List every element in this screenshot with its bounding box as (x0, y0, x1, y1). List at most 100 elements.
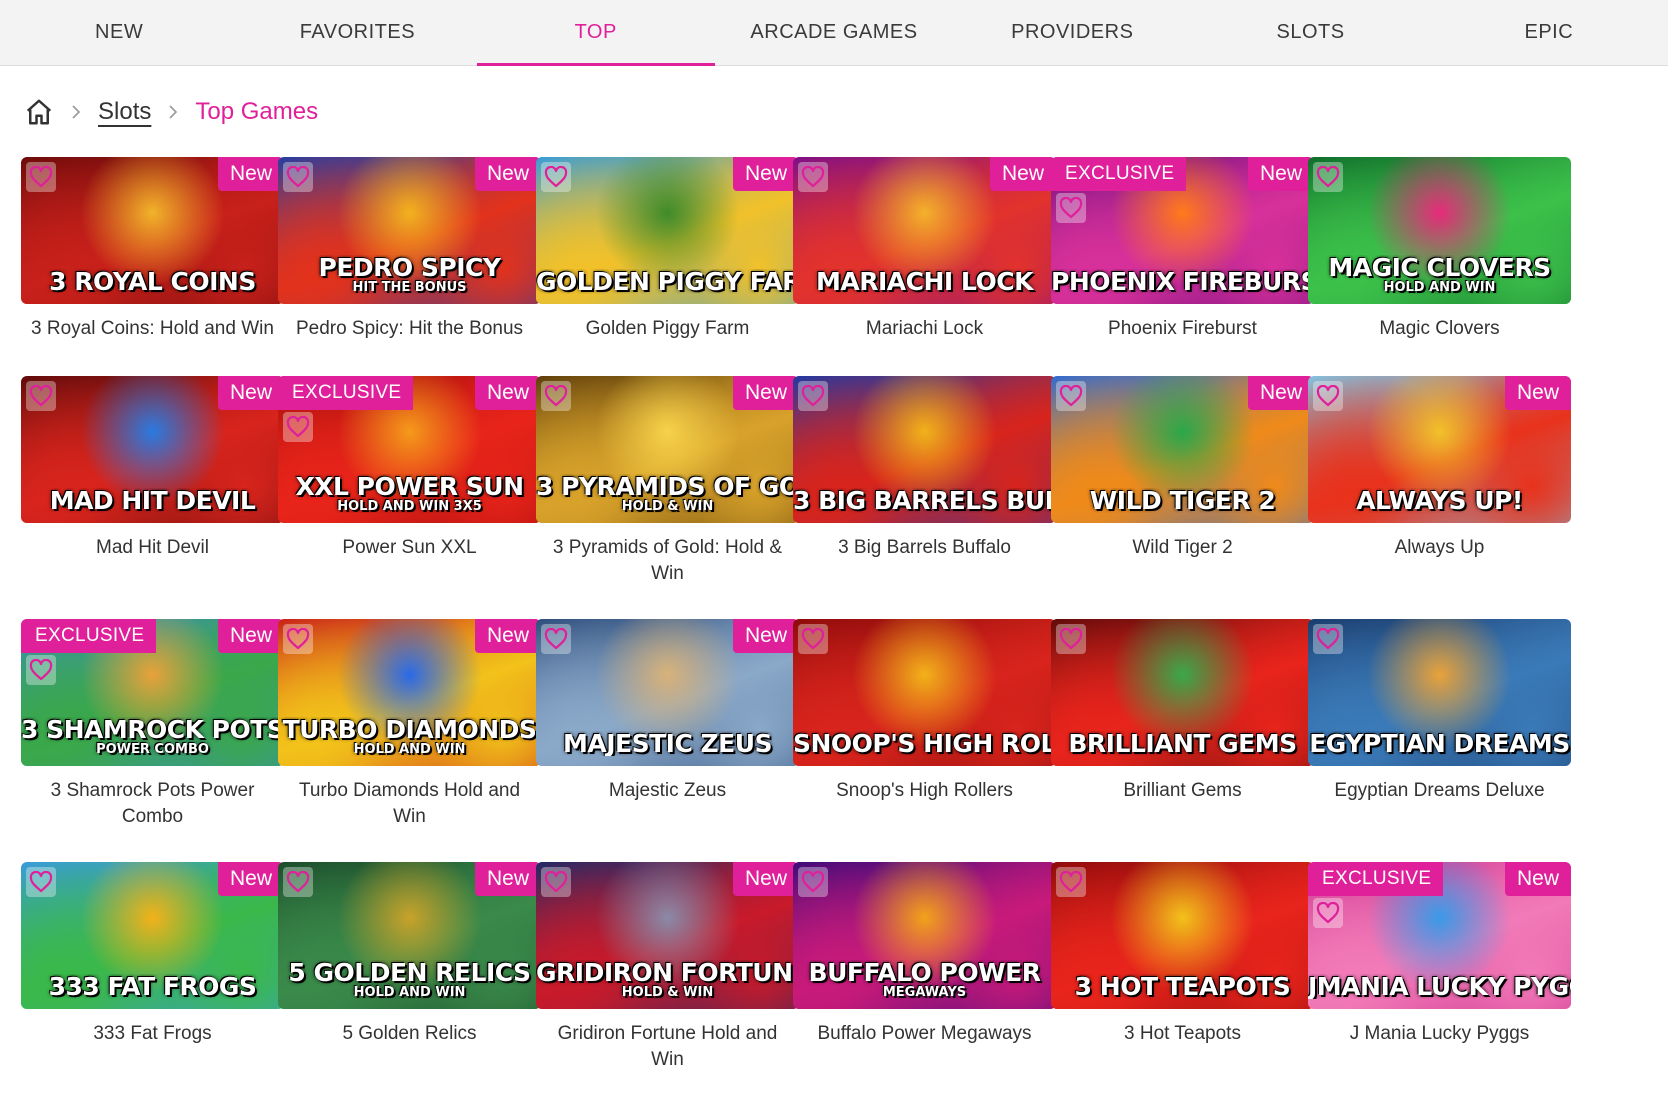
game-name[interactable]: 3 Big Barrels Buffalo (793, 535, 1056, 561)
game-card[interactable]: MAD HIT DEVIL New Mad Hit Devil (21, 376, 284, 561)
game-card[interactable]: MARIACHI LOCK New Mariachi Lock (793, 157, 1056, 342)
game-thumbnail[interactable]: MAD HIT DEVIL New (21, 376, 284, 523)
favorite-heart-icon[interactable] (26, 381, 56, 411)
game-thumbnail[interactable]: JMANIA LUCKY PYGGS EXCLUSIVE New (1308, 862, 1571, 1009)
favorite-heart-icon[interactable] (26, 867, 56, 897)
game-name[interactable]: Mariachi Lock (793, 316, 1056, 342)
tab-arcade-games[interactable]: ARCADE GAMES (715, 0, 953, 65)
game-name[interactable]: 3 Shamrock Pots Power Combo (21, 778, 284, 830)
game-thumbnail[interactable]: MARIACHI LOCK New (793, 157, 1056, 304)
favorite-heart-icon[interactable] (541, 867, 571, 897)
game-card[interactable]: BUFFALO POWER MEGAWAYS Buffalo Power Megaw… (793, 862, 1056, 1047)
home-icon[interactable] (24, 97, 54, 127)
game-name[interactable]: Magic Clovers (1308, 316, 1571, 342)
game-thumbnail[interactable]: WILD TIGER 2 New (1051, 376, 1314, 523)
game-thumbnail[interactable]: 3 ROYAL COINS New (21, 157, 284, 304)
game-thumbnail[interactable]: SNOOP'S HIGH ROLLERS (793, 619, 1056, 766)
game-name[interactable]: 3 Pyramids of Gold: Hold & Win (536, 535, 799, 587)
favorite-heart-icon[interactable] (26, 655, 56, 685)
favorite-heart-icon[interactable] (541, 624, 571, 654)
breadcrumb-slots-link[interactable]: Slots (98, 98, 151, 126)
tab-providers[interactable]: PROVIDERS (953, 0, 1191, 65)
game-thumbnail[interactable]: GOLDEN PIGGY FARM New (536, 157, 799, 304)
game-name[interactable]: Wild Tiger 2 (1051, 535, 1314, 561)
game-name[interactable]: 5 Golden Relics (278, 1021, 541, 1047)
game-card[interactable]: EGYPTIAN DREAMS Egyptian Dreams Deluxe (1308, 619, 1571, 804)
game-name[interactable]: Turbo Diamonds Hold and Win (278, 778, 541, 830)
game-card[interactable]: TURBO DIAMONDS HOLD AND WIN New Turbo Diamo… (278, 619, 541, 830)
game-thumbnail[interactable]: EGYPTIAN DREAMS (1308, 619, 1571, 766)
game-name[interactable]: Pedro Spicy: Hit the Bonus (278, 316, 541, 342)
game-card[interactable]: 3 ROYAL COINS New 3 Royal Coins: Hold and … (21, 157, 284, 342)
favorite-heart-icon[interactable] (1313, 898, 1343, 928)
game-thumbnail[interactable]: 3 SHAMROCK POTS POWER COMBO EXCLUSIVE New (21, 619, 284, 766)
game-card[interactable]: BRILLIANT GEMS Brilliant Gems (1051, 619, 1314, 804)
game-name[interactable]: Snoop's High Rollers (793, 778, 1056, 804)
favorite-heart-icon[interactable] (1313, 381, 1343, 411)
game-name[interactable]: 333 Fat Frogs (21, 1021, 284, 1047)
favorite-heart-icon[interactable] (1313, 162, 1343, 192)
game-thumbnail[interactable]: ALWAYS UP! New (1308, 376, 1571, 523)
game-card[interactable]: SNOOP'S HIGH ROLLERS Snoop's High Rollers (793, 619, 1056, 804)
game-thumbnail[interactable]: GRIDIRON FORTUNE HOLD & WIN New (536, 862, 799, 1009)
tab-favorites[interactable]: FAVORITES (238, 0, 476, 65)
game-thumbnail[interactable]: MAGIC CLOVERS HOLD AND WIN (1308, 157, 1571, 304)
game-card[interactable]: WILD TIGER 2 New Wild Tiger 2 (1051, 376, 1314, 561)
favorite-heart-icon[interactable] (283, 412, 313, 442)
game-thumbnail[interactable]: 3 BIG BARRELS BUFFALO (793, 376, 1056, 523)
game-name[interactable]: Gridiron Fortune Hold and Win (536, 1021, 799, 1073)
game-name[interactable]: 3 Royal Coins: Hold and Win (21, 316, 284, 342)
game-thumbnail[interactable]: 3 PYRAMIDS OF GOLDHOLD & WIN New (536, 376, 799, 523)
game-card[interactable]: GRIDIRON FORTUNE HOLD & WIN New Gridiron Fo… (536, 862, 799, 1073)
game-thumbnail[interactable]: BRILLIANT GEMS (1051, 619, 1314, 766)
game-card[interactable]: 3 PYRAMIDS OF GOLDHOLD & WIN New 3 Pyramid… (536, 376, 799, 587)
game-name[interactable]: Egyptian Dreams Deluxe (1308, 778, 1571, 804)
game-name[interactable]: J Mania Lucky Pyggs (1308, 1021, 1571, 1047)
favorite-heart-icon[interactable] (283, 624, 313, 654)
game-name[interactable]: Golden Piggy Farm (536, 316, 799, 342)
game-name[interactable]: Majestic Zeus (536, 778, 799, 804)
game-name[interactable]: 3 Hot Teapots (1051, 1021, 1314, 1047)
game-thumbnail[interactable]: 333 FAT FROGS New (21, 862, 284, 1009)
game-card[interactable]: 333 FAT FROGS New 333 Fat Frogs (21, 862, 284, 1047)
game-name[interactable]: Phoenix Fireburst (1051, 316, 1314, 342)
favorite-heart-icon[interactable] (1313, 624, 1343, 654)
tab-new[interactable]: NEW (0, 0, 238, 65)
favorite-heart-icon[interactable] (1056, 193, 1086, 223)
game-thumbnail[interactable]: 5 GOLDEN RELICS HOLD AND WIN New (278, 862, 541, 1009)
game-card[interactable]: 3 HOT TEAPOTS 3 Hot Teapots (1051, 862, 1314, 1047)
favorite-heart-icon[interactable] (541, 381, 571, 411)
favorite-heart-icon[interactable] (283, 867, 313, 897)
favorite-heart-icon[interactable] (1056, 381, 1086, 411)
favorite-heart-icon[interactable] (26, 162, 56, 192)
game-name[interactable]: Power Sun XXL (278, 535, 541, 561)
favorite-heart-icon[interactable] (798, 867, 828, 897)
game-card[interactable]: XXL POWER SUN HOLD AND WIN 3X5 EXCLUSIVE Ne… (278, 376, 541, 561)
game-card[interactable]: 3 SHAMROCK POTS POWER COMBO EXCLUSIVE New 3 … (21, 619, 284, 830)
game-card[interactable]: MAGIC CLOVERS HOLD AND WIN Magic Clovers (1308, 157, 1571, 342)
favorite-heart-icon[interactable] (283, 162, 313, 192)
game-card[interactable]: PEDRO SPICY HIT THE BONUS New Pedro Spicy: … (278, 157, 541, 342)
game-name[interactable]: Always Up (1308, 535, 1571, 561)
game-name[interactable]: Brilliant Gems (1051, 778, 1314, 804)
game-card[interactable]: ALWAYS UP! New Always Up (1308, 376, 1571, 561)
favorite-heart-icon[interactable] (798, 162, 828, 192)
game-thumbnail[interactable]: TURBO DIAMONDS HOLD AND WIN New (278, 619, 541, 766)
game-thumbnail[interactable]: PEDRO SPICY HIT THE BONUS New (278, 157, 541, 304)
game-name[interactable]: Buffalo Power Megaways (793, 1021, 1056, 1047)
game-thumbnail[interactable]: BUFFALO POWER MEGAWAYS (793, 862, 1056, 1009)
game-thumbnail[interactable]: MAJESTIC ZEUS New (536, 619, 799, 766)
game-card[interactable]: 5 GOLDEN RELICS HOLD AND WIN New 5 Golden R… (278, 862, 541, 1047)
game-card[interactable]: PHOENIX FIREBURST EXCLUSIVE New Phoenix Fir… (1051, 157, 1314, 342)
favorite-heart-icon[interactable] (798, 624, 828, 654)
tab-top[interactable]: TOP (476, 0, 716, 66)
game-card[interactable]: MAJESTIC ZEUS New Majestic Zeus (536, 619, 799, 804)
favorite-heart-icon[interactable] (1056, 624, 1086, 654)
game-thumbnail[interactable]: XXL POWER SUN HOLD AND WIN 3X5 EXCLUSIVE Ne… (278, 376, 541, 523)
favorite-heart-icon[interactable] (1056, 867, 1086, 897)
favorite-heart-icon[interactable] (541, 162, 571, 192)
game-card[interactable]: 3 BIG BARRELS BUFFALO 3 Big Barrels Buffa… (793, 376, 1056, 561)
game-thumbnail[interactable]: PHOENIX FIREBURST EXCLUSIVE New (1051, 157, 1314, 304)
tab-epic[interactable]: EPIC (1430, 0, 1668, 65)
game-thumbnail[interactable]: 3 HOT TEAPOTS (1051, 862, 1314, 1009)
